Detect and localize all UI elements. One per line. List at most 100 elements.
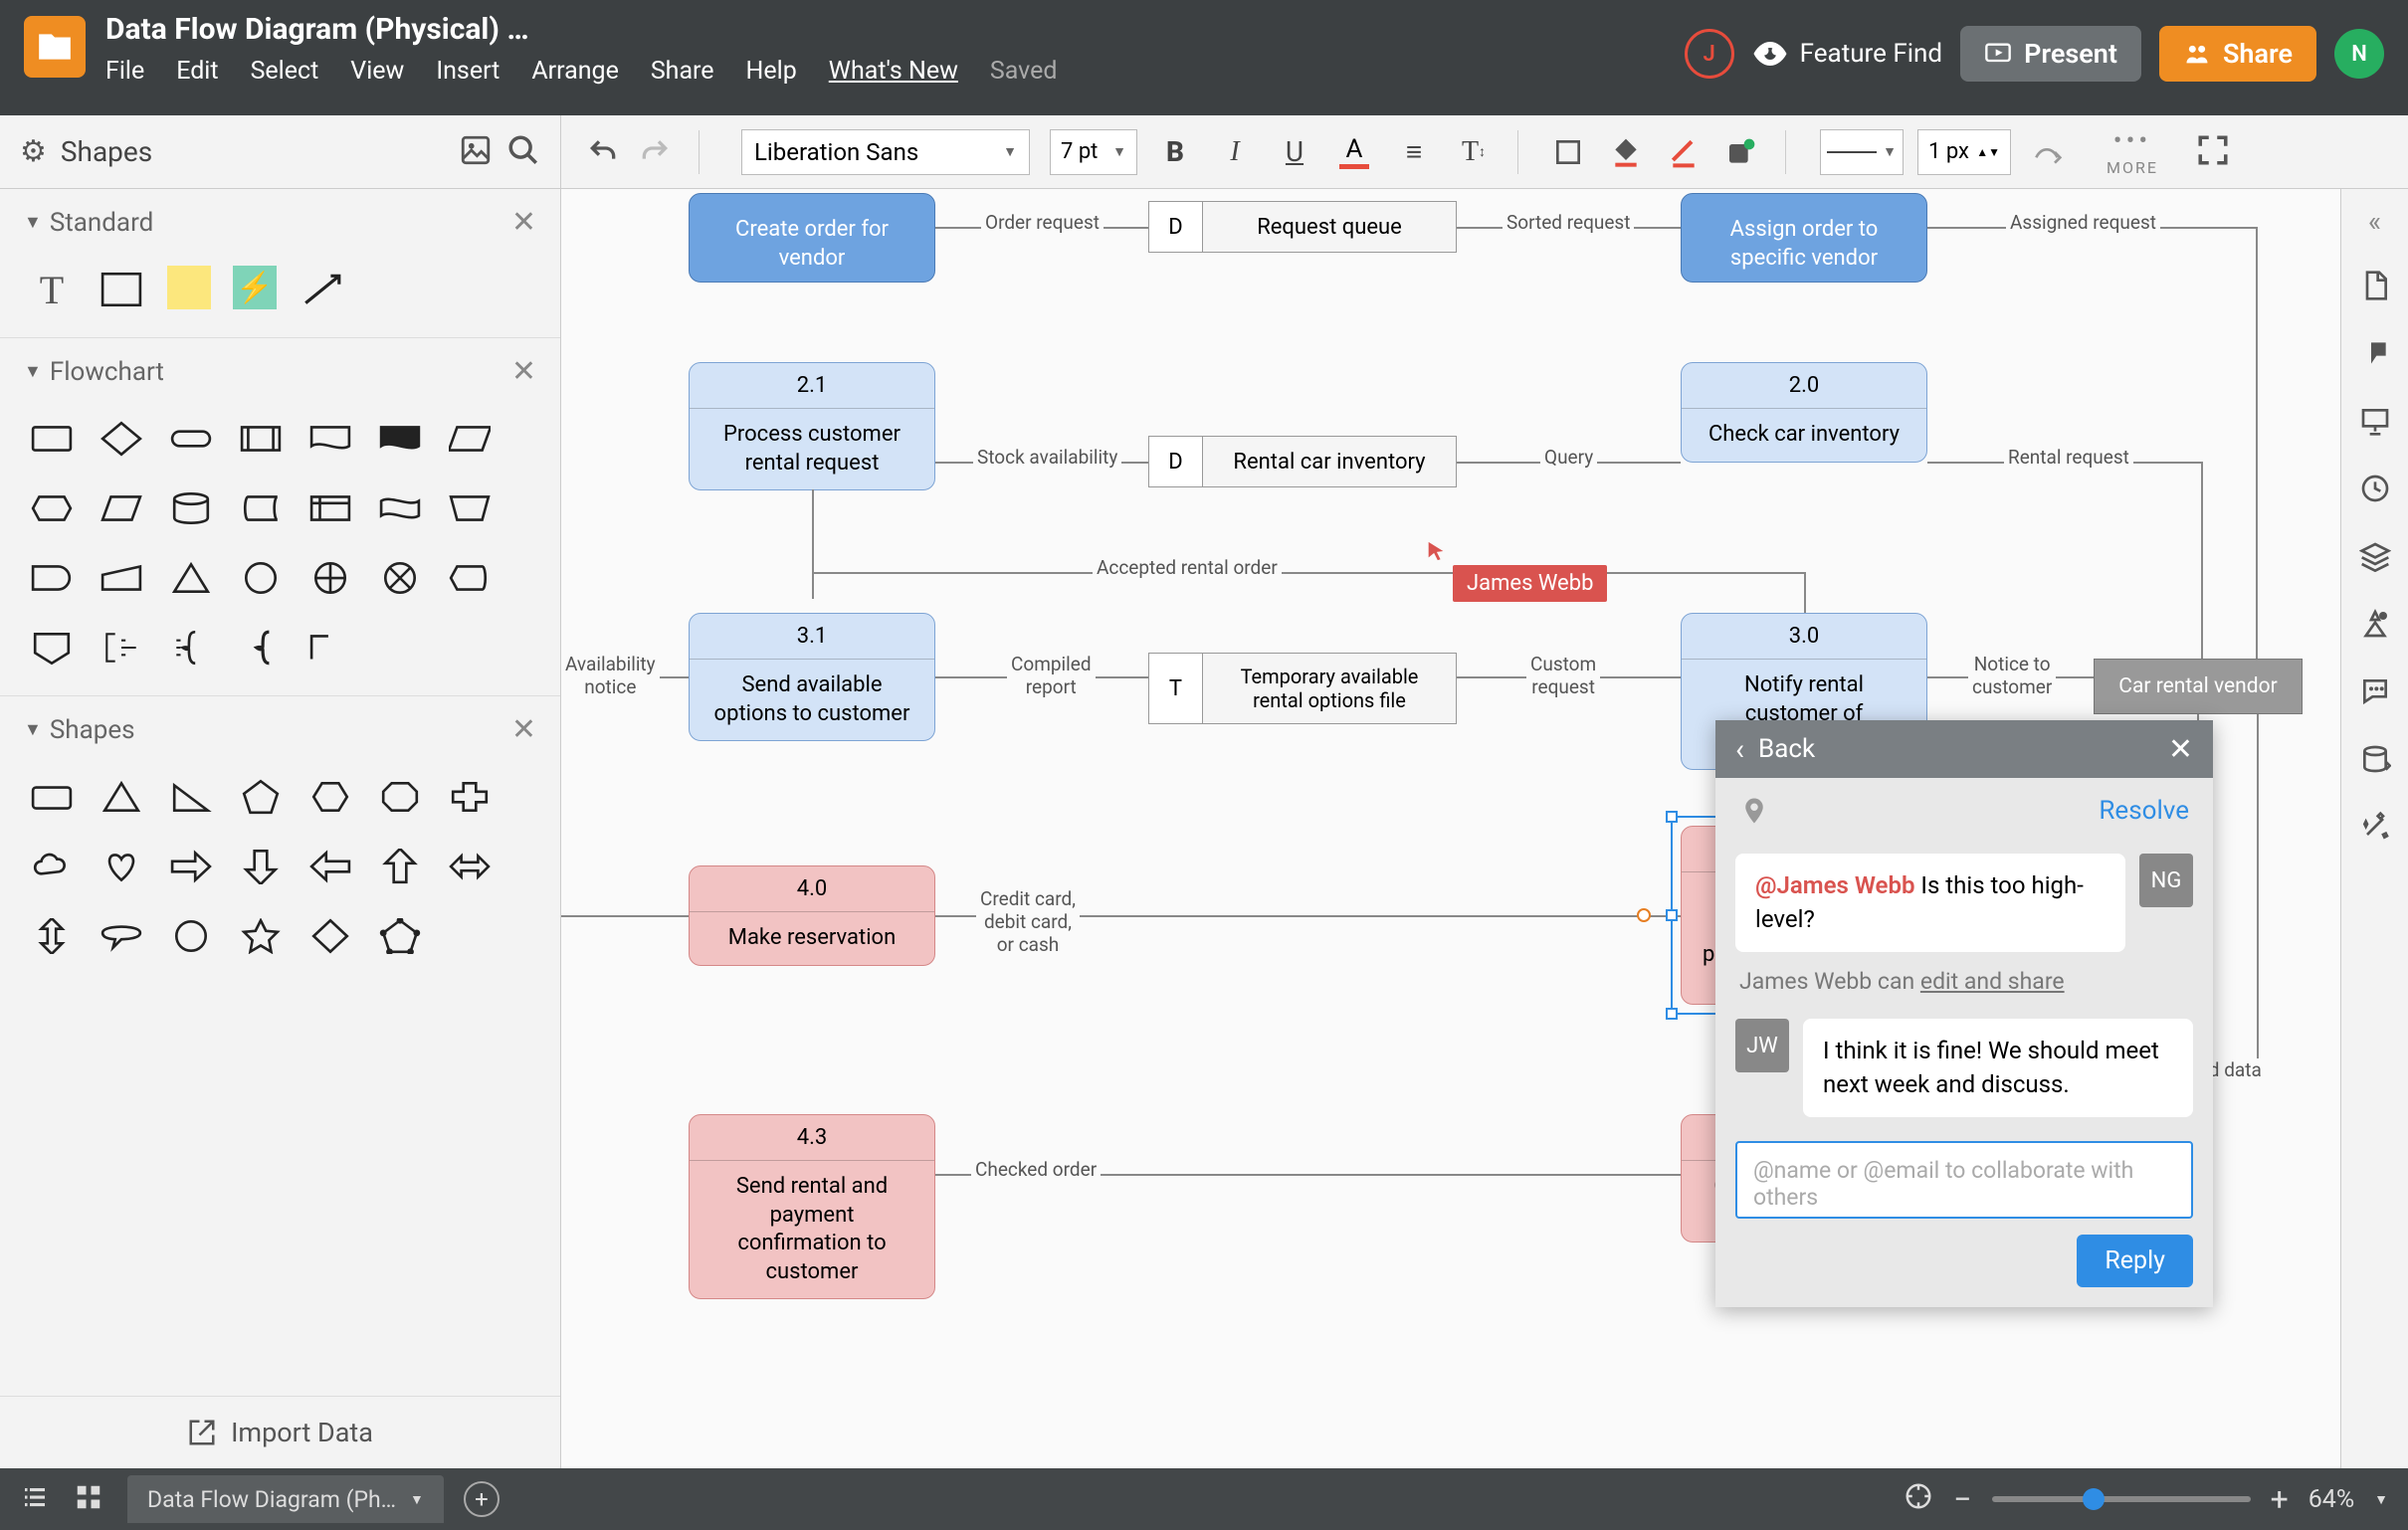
fc-multidoc[interactable] [376,415,424,463]
location-icon[interactable] [1739,794,1769,828]
node-assign-order[interactable]: Assign order to specific vendor [1681,193,1927,283]
palette-flowchart-header[interactable]: ▼Flowchart✕ [0,338,560,405]
sh-vbiarrow[interactable] [28,912,76,960]
document-title[interactable]: Data Flow Diagram (Physical) … [105,12,1685,47]
shape-rect[interactable] [98,266,145,313]
sh-polygon[interactable] [376,912,424,960]
add-page-button[interactable]: + [464,1481,500,1517]
image-icon[interactable] [459,133,493,171]
menu-view[interactable]: View [350,57,404,86]
crop-button[interactable] [1546,130,1590,174]
line-arrow-button[interactable] [2025,130,2069,174]
zoom-in-button[interactable]: + [2271,1480,2289,1518]
fc-annotation[interactable] [98,624,145,671]
fc-brace2[interactable] [237,624,285,671]
fc-input[interactable] [98,554,145,602]
datastore-temp-file[interactable]: TTemporary available rental options file [1148,653,1457,724]
fc-db[interactable] [167,484,215,532]
fullscreen-button[interactable] [2196,133,2230,171]
text-style-button[interactable]: T↕ [1452,130,1496,174]
feature-find-button[interactable]: Feature Find [1752,36,1942,72]
fc-io[interactable] [98,484,145,532]
sh-cloud[interactable] [28,843,76,890]
line-style-select[interactable]: ▼ [1820,129,1904,175]
fc-terminator[interactable] [167,415,215,463]
theme-icon[interactable] [2359,608,2391,644]
close-icon[interactable]: ✕ [2168,732,2193,767]
fc-predefined[interactable] [237,415,285,463]
shape-note[interactable] [167,266,211,309]
outline-icon[interactable] [20,1482,50,1516]
sh-cross[interactable] [446,773,494,821]
node-3-1[interactable]: 3.1Send available options to customer [689,613,935,741]
import-data-button[interactable]: Import Data [0,1396,560,1468]
fc-card[interactable] [306,624,354,671]
palette-standard-header[interactable]: ▼Standard✕ [0,189,560,256]
collaborator-avatar-j[interactable]: J [1685,29,1734,79]
comment-input[interactable]: @name or @email to collaborate with othe… [1735,1141,2193,1219]
canvas[interactable]: Create order for vendor DRequest queue A… [561,189,2340,1468]
grid-icon[interactable] [74,1482,103,1516]
fc-internal[interactable] [306,484,354,532]
target-icon[interactable] [1904,1481,1933,1518]
app-logo[interactable] [24,16,86,78]
chat-icon[interactable] [2359,675,2391,711]
fc-summing[interactable] [306,554,354,602]
reply-button[interactable]: Reply [2077,1235,2193,1287]
comments-icon[interactable] [2359,337,2391,373]
sh-pent[interactable] [237,773,285,821]
sh-circle[interactable] [167,912,215,960]
data-icon[interactable] [2359,743,2391,779]
menu-help[interactable]: Help [746,57,797,86]
datastore-request-queue[interactable]: DRequest queue [1148,201,1457,253]
fc-display[interactable] [446,554,494,602]
node-create-order[interactable]: Create order for vendor [689,193,935,283]
fc-decision[interactable] [98,415,145,463]
menu-insert[interactable]: Insert [436,57,500,86]
gear-icon[interactable]: ⚙ [20,134,47,169]
fc-prep[interactable] [28,484,76,532]
align-button[interactable]: ≡ [1392,130,1436,174]
fc-manual[interactable] [446,484,494,532]
bold-button[interactable]: B [1153,130,1197,174]
node-4-3[interactable]: 4.3Send rental and payment confirmation … [689,1114,935,1299]
fc-document[interactable] [306,415,354,463]
shape-bolt[interactable]: ⚡ [233,266,277,309]
sh-rightarrow[interactable] [167,843,215,890]
node-2-0[interactable]: 2.0Check car inventory [1681,362,1927,463]
presentation-icon[interactable] [2359,405,2391,441]
zoom-out-button[interactable]: − [1953,1480,1971,1518]
fc-delay[interactable] [28,554,76,602]
sh-rtri[interactable] [167,773,215,821]
magic-icon[interactable] [2359,811,2391,847]
share-button[interactable]: Share [2159,26,2316,82]
node-2-1[interactable]: 2.1Process customer rental request [689,362,935,490]
sh-star[interactable] [237,912,285,960]
menu-whats-new[interactable]: What's New [829,57,958,86]
user-avatar[interactable]: N [2334,29,2384,79]
present-button[interactable]: Present [1960,26,2141,82]
sh-heart[interactable] [98,843,145,890]
sh-diamond2[interactable] [306,912,354,960]
redo-button[interactable] [633,130,677,174]
zoom-slider[interactable] [1992,1496,2251,1502]
menu-share[interactable]: Share [651,57,714,86]
font-size-select[interactable]: 7 pt▼ [1050,129,1137,175]
sh-hex[interactable] [306,773,354,821]
page-tab[interactable]: Data Flow Diagram (Ph…▼ [127,1475,444,1523]
undo-button[interactable] [581,130,625,174]
sh-uparrow[interactable] [376,843,424,890]
text-color-button[interactable]: A [1332,130,1376,174]
font-select[interactable]: Liberation Sans▼ [741,129,1030,175]
more-button[interactable]: ••• MORE [2107,126,2158,177]
fc-tape[interactable] [376,484,424,532]
back-button[interactable]: Back [1758,734,1815,764]
sh-callout[interactable] [98,912,145,960]
shape-style-button[interactable] [1719,130,1763,174]
fc-connector[interactable] [237,554,285,602]
border-button[interactable] [1662,130,1706,174]
close-icon[interactable]: ✕ [511,354,536,389]
zoom-level[interactable]: 64% [2308,1485,2354,1514]
sh-hbiarrow[interactable] [446,843,494,890]
line-width-select[interactable]: 1 px▲▼ [1917,129,2011,175]
